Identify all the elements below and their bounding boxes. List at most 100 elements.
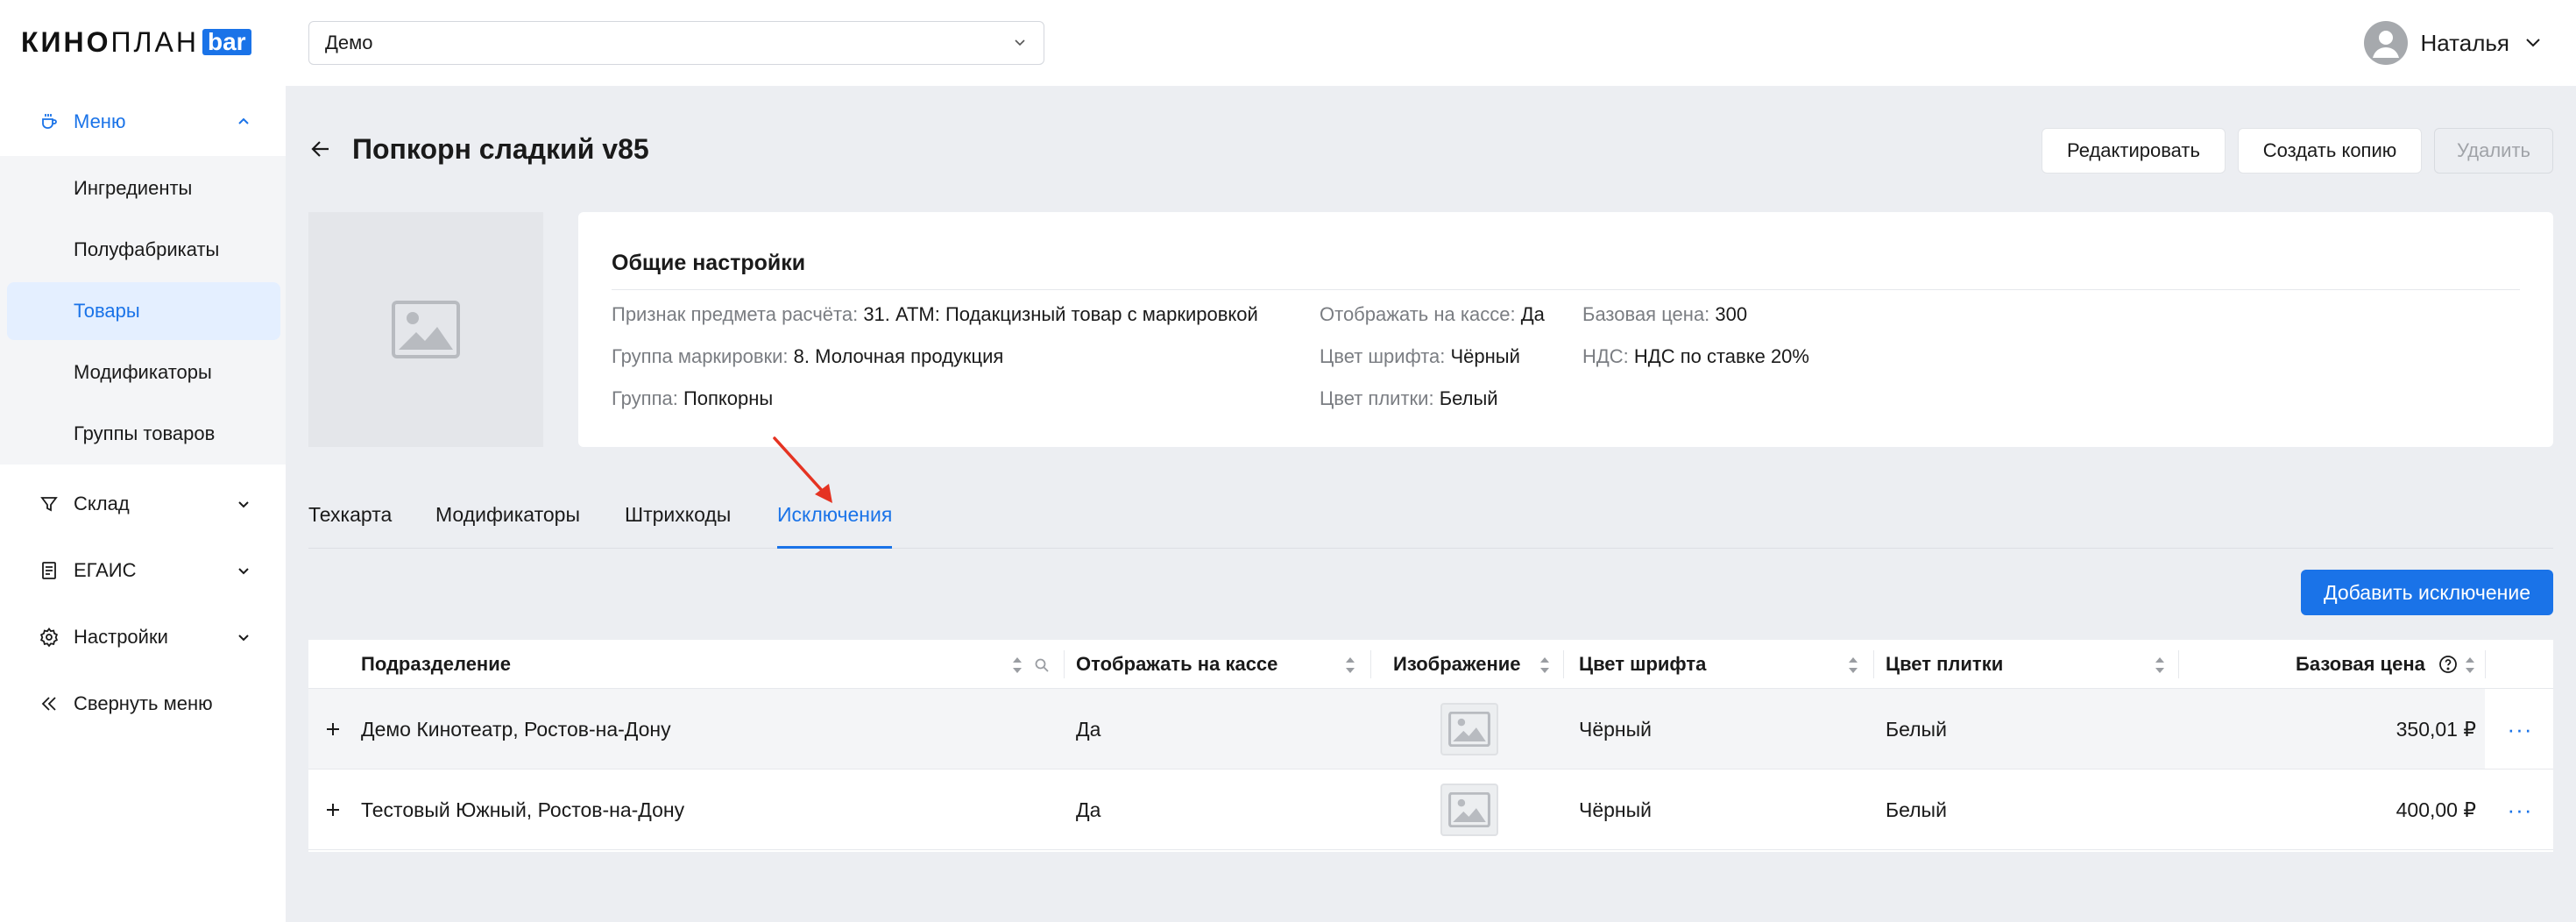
chevron-up-icon (233, 111, 254, 132)
image-placeholder-icon (1448, 792, 1490, 827)
tab-barcodes[interactable]: Штрихкоды (625, 503, 731, 549)
col-font-color[interactable]: Цвет шрифта (1579, 640, 1706, 689)
sort-icon[interactable] (1344, 656, 1356, 675)
setting-marking-group: Группа маркировки: 8. Молочная продукция (612, 345, 1004, 367)
nav-menu-label: Меню (74, 110, 126, 132)
submenu-item-modifiers[interactable]: Модификаторы (7, 344, 280, 401)
more-icon[interactable]: ··· (2506, 715, 2534, 743)
nav-warehouse[interactable]: Склад (0, 473, 286, 535)
settings-title: Общие настройки (612, 251, 806, 275)
setting-vat: НДС: НДС по ставке 20% (1582, 345, 1809, 367)
tabs: Техкарта Модификаторы Штрихкоды Исключен… (308, 491, 2553, 549)
add-exception-button[interactable]: Добавить исключение (2301, 570, 2553, 615)
annotation-arrow-icon (773, 436, 832, 503)
back-button[interactable] (307, 135, 335, 163)
chevron-down-icon (233, 493, 254, 514)
setting-font-color: Цвет шрифта: Чёрный (1320, 345, 1520, 367)
setting-base-price: Базовая цена: 300 (1582, 303, 1748, 325)
page-title: Попкорн сладкий v85 (352, 133, 649, 165)
submenu-item-product-groups[interactable]: Группы товаров (7, 405, 280, 463)
document-icon (37, 558, 61, 583)
actions-cell: ··· (2485, 689, 2553, 769)
nav-egais[interactable]: ЕГАИС (0, 540, 286, 601)
column-divider (2485, 650, 2486, 678)
tab-techcard[interactable]: Техкарта (308, 503, 392, 549)
column-divider (1563, 650, 1564, 678)
avatar (2364, 21, 2409, 65)
nav-collapse-menu[interactable]: Свернуть меню (0, 673, 286, 734)
top-bar: Демо Наталья (286, 0, 2576, 86)
sort-icon[interactable] (1847, 656, 1859, 675)
cell-division: Демо Кинотеатр, Ростов-на-Дону (361, 717, 671, 741)
nav-settings-label: Настройки (74, 626, 168, 648)
cinema-select[interactable]: Демо (308, 21, 1044, 65)
cell-base-price: 350,01 ₽ (2396, 717, 2476, 741)
logo-badge: bar (202, 29, 251, 55)
col-tile-color[interactable]: Цвет плитки (1886, 640, 2003, 689)
logo-main: КИНО (21, 25, 111, 58)
setting-calc-sign: Признак предмета расчёта: 31. АТМ: Подак… (612, 303, 1258, 325)
cell-show-on-cashier: Да (1076, 798, 1101, 821)
nav-settings[interactable]: Настройки (0, 606, 286, 668)
logo[interactable]: КИНОПЛАН bar (21, 25, 251, 60)
sort-icon[interactable] (2154, 656, 2166, 675)
user-name: Наталья (2420, 29, 2509, 56)
chevron-down-icon (1010, 33, 1030, 53)
general-settings-card: Общие настройки Признак предмета расчёта… (578, 212, 2553, 447)
column-divider (2178, 650, 2179, 678)
table-row[interactable]: Демо Кинотеатр, Ростов-на-Дону Да Чёрный… (308, 689, 2553, 770)
setting-show-on-cashier: Отображать на кассе: Да (1320, 303, 1545, 325)
submenu-item-ingredients[interactable]: Ингредиенты (7, 160, 280, 217)
submenu-item-products[interactable]: Товары (7, 282, 280, 340)
nav-egais-label: ЕГАИС (74, 559, 137, 581)
sidebar: КИНОПЛАН bar Меню Ингредиенты Полуфабрик… (0, 0, 286, 922)
user-menu[interactable]: Наталья (2364, 21, 2544, 65)
table-row[interactable]: Тестовый Южный, Ростов-на-Дону Да Чёрный… (308, 770, 2553, 850)
chevron-down-icon (2522, 32, 2544, 54)
exceptions-table: Подразделение Отображать на кассе Изобра… (308, 640, 2553, 852)
cell-font-color: Чёрный (1579, 798, 1652, 821)
column-divider (1873, 650, 1874, 678)
submenu-item-semi-finished[interactable]: Полуфабрикаты (7, 221, 280, 279)
column-divider (1064, 650, 1065, 678)
tab-modifiers[interactable]: Модификаторы (435, 503, 580, 549)
sort-icon[interactable] (1539, 656, 1551, 675)
cell-tile-color: Белый (1886, 717, 1947, 741)
cell-show-on-cashier: Да (1076, 717, 1101, 741)
sort-icon[interactable] (2464, 656, 2476, 675)
setting-group: Группа: Попкорны (612, 387, 774, 409)
cell-base-price: 400,00 ₽ (2396, 798, 2476, 821)
col-image[interactable]: Изображение (1393, 640, 1521, 689)
nav-menu[interactable]: Меню (0, 91, 286, 152)
help-icon[interactable] (2438, 654, 2459, 675)
arrow-left-icon (311, 141, 329, 157)
image-placeholder-icon (392, 301, 460, 358)
delete-button[interactable]: Удалить (2434, 128, 2553, 174)
actions-cell: ··· (2485, 770, 2553, 849)
product-image[interactable] (308, 212, 543, 447)
cell-font-color: Чёрный (1579, 717, 1652, 741)
nav-warehouse-label: Склад (74, 493, 130, 514)
divider (612, 289, 2520, 290)
edit-button[interactable]: Редактировать (2042, 128, 2226, 174)
cell-tile-color: Белый (1886, 798, 1947, 821)
cup-icon (37, 110, 61, 134)
cell-image (1440, 784, 1498, 836)
plus-icon[interactable] (322, 799, 343, 820)
col-base-price[interactable]: Базовая цена (2296, 640, 2425, 689)
sort-icon[interactable] (1011, 656, 1023, 675)
gear-icon (37, 625, 61, 649)
funnel-icon (37, 492, 61, 516)
image-placeholder-icon (1448, 712, 1490, 747)
plus-icon[interactable] (322, 719, 343, 740)
search-icon[interactable] (1034, 657, 1050, 673)
create-copy-button[interactable]: Создать копию (2238, 128, 2422, 174)
tab-exceptions[interactable]: Исключения (777, 503, 893, 549)
col-show-on-cashier[interactable]: Отображать на кассе (1076, 640, 1277, 689)
nav-collapse-label: Свернуть меню (74, 692, 213, 714)
more-icon[interactable]: ··· (2506, 796, 2534, 824)
setting-tile-color: Цвет плитки: Белый (1320, 387, 1498, 409)
table-header: Подразделение Отображать на кассе Изобра… (308, 640, 2553, 689)
double-chevron-left-icon (37, 692, 61, 716)
col-division[interactable]: Подразделение (361, 640, 511, 689)
